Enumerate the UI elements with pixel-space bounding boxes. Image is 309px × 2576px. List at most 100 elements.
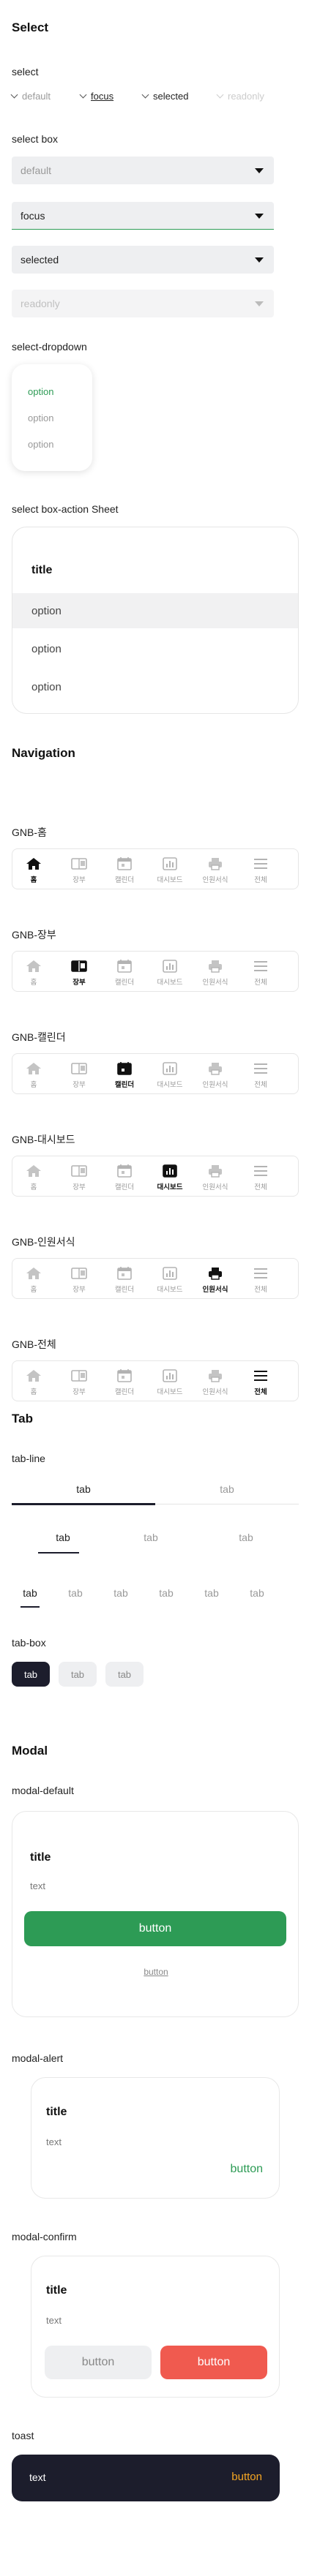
gnb-item[interactable]: 전체 [242,1259,279,1300]
inline-select-value: readonly [228,91,264,102]
gnb-item[interactable]: 캘린더 [106,952,143,993]
select-box-default[interactable]: default [12,157,274,184]
dropdown-option[interactable]: option [28,413,53,423]
gnb-item[interactable]: 장부 [61,849,97,890]
gnb-item-label: 전체 [254,1286,267,1294]
gnb-item[interactable]: 대시보드 [152,1361,188,1402]
home-icon [26,1369,42,1382]
select-box-selected[interactable]: selected [12,246,274,274]
gnb-item[interactable]: 인원서식 [197,952,234,993]
gnb-item[interactable]: 대시보드 [152,1054,188,1095]
select-box-label: select box [12,133,59,145]
caret-down-icon [255,301,264,306]
gnb-item[interactable]: 홈 [15,1259,52,1300]
tab-item[interactable]: tab [57,1587,94,1599]
gnb-item[interactable]: 캘린더 [106,849,143,890]
inline-select-default[interactable]: default [10,91,51,102]
gnb-item-label: 캘린더 [114,876,135,884]
gnb-item[interactable]: 인원서식 [197,849,234,890]
gnb-item[interactable]: 전체 [242,1361,279,1402]
gnb-item[interactable]: 인원서식 [197,1259,234,1300]
calendar-icon [116,1369,133,1382]
tab-item[interactable]: tab [41,1532,85,1543]
gnb-item[interactable]: 전체 [242,1054,279,1095]
action-sheet-option[interactable]: option [12,593,298,628]
tab-item[interactable]: tab [12,1483,155,1495]
modal-confirm-button[interactable]: button [160,2346,267,2379]
gnb-item[interactable]: 장부 [61,1156,97,1197]
gnb-item[interactable]: 캘린더 [106,1054,143,1095]
select-box-readonly: readonly [12,290,274,317]
gnb-item[interactable]: 인원서식 [197,1054,234,1095]
gnb-item-label: 전체 [254,876,267,884]
gnb-item-label: 전체 [254,979,267,987]
gnb-item[interactable]: 홈 [15,1361,52,1402]
gnb-item[interactable]: 인원서식 [197,1361,234,1402]
tab-item[interactable]: tab [103,1587,139,1599]
select-box-value: focus [21,209,45,222]
dropdown-option[interactable]: option [28,386,53,397]
tab-item[interactable]: tab [129,1532,173,1543]
tab-item[interactable]: tab [155,1483,299,1495]
action-sheet-option[interactable]: option [12,669,298,704]
action-sheet-option[interactable]: option [12,631,298,666]
gnb-item[interactable]: 대시보드 [152,849,188,890]
modal-default-label: modal-default [12,1785,74,1796]
modal-title: title [46,2106,67,2118]
gnb-item[interactable]: 캘린더 [106,1156,143,1197]
gnb-item[interactable]: 장부 [61,1054,97,1095]
gnb-bar: 홈 장부 캘린더 대시보드 인원서식 전체 [12,1053,299,1094]
dropdown-option[interactable]: option [28,439,53,450]
gnb-item[interactable]: 홈 [15,1054,52,1095]
tab-item[interactable]: tab [239,1587,275,1599]
select-heading: Select [12,20,49,34]
tab-item[interactable]: tab [12,1587,48,1599]
chevron-down-icon [79,91,87,99]
gnb-item[interactable]: 전체 [242,1156,279,1197]
gnb-item-label: 캘린더 [114,979,135,987]
modal-primary-button[interactable]: button [24,1911,286,1946]
toast-button[interactable]: button [231,2471,262,2483]
modal-title: title [46,2284,67,2297]
gnb-item[interactable]: 장부 [61,1361,97,1402]
toast: text button [12,2455,280,2501]
gnb-item[interactable]: 인원서식 [197,1156,234,1197]
modal-text: text [46,2136,62,2147]
modal-text: text [46,2315,62,2326]
select-box-focus[interactable]: focus [12,202,274,230]
gnb-item[interactable]: 홈 [15,1156,52,1197]
tab-item[interactable]: tab [224,1532,268,1543]
gnb-item[interactable]: 장부 [61,1259,97,1300]
gnb-item[interactable]: 대시보드 [152,1259,188,1300]
tab-box-item[interactable]: tab [105,1662,144,1687]
modal-text-button[interactable]: button [12,1967,299,1977]
tab-item[interactable]: tab [193,1587,230,1599]
select-dropdown: option option option [12,364,92,471]
modal-cancel-button[interactable]: button [45,2346,152,2379]
gnb-item[interactable]: 전체 [242,849,279,890]
gnb-item[interactable]: 캘린더 [106,1259,143,1300]
modal-default: title text button button [12,1811,299,2017]
inline-select-focus[interactable]: focus [79,91,113,102]
gnb-item-label: 캘린더 [114,1081,135,1089]
calendar-icon [116,1164,133,1178]
gnb-item[interactable]: 대시보드 [152,1156,188,1197]
inline-select-selected[interactable]: selected [141,91,188,102]
gnb-item[interactable]: 홈 [15,849,52,890]
caret-down-icon [255,168,264,173]
gnb-variant-label: GNB-홈 [12,826,47,838]
gnb-item-label: 장부 [72,1081,86,1089]
tab-box-item[interactable]: tab [12,1662,50,1687]
tab-item[interactable]: tab [148,1587,185,1599]
gnb-item-label: 홈 [30,1081,37,1089]
gnb-item[interactable]: 전체 [242,952,279,993]
gnb-item-label: 대시보드 [157,876,183,884]
gnb-item[interactable]: 캘린더 [106,1361,143,1402]
tab-box-item[interactable]: tab [59,1662,97,1687]
gnb-item[interactable]: 홈 [15,952,52,993]
gnb-item[interactable]: 대시보드 [152,952,188,993]
menu-icon [253,1369,269,1382]
gnb-item[interactable]: 장부 [61,952,97,993]
inline-select-readonly: readonly [216,91,264,102]
modal-alert-button[interactable]: button [231,2163,263,2176]
